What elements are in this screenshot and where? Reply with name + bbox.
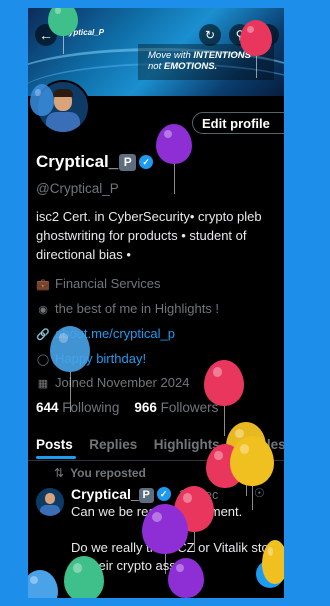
birthday-balloon: [240, 20, 272, 78]
profile-screen: Move with INTENTIONS not EMOTIONS. ← Cry…: [28, 8, 284, 598]
birthday-balloon: [30, 84, 54, 116]
balloon-icon: ◯: [36, 354, 50, 366]
followers-count: 966: [134, 400, 157, 415]
category-text: Financial Services: [55, 276, 161, 291]
tab-replies[interactable]: Replies: [89, 437, 137, 452]
birthday-balloon: [64, 556, 104, 598]
post-avatar-head: [45, 493, 55, 504]
active-tab-indicator: [36, 456, 76, 459]
reposted-label: You reposted: [70, 466, 146, 480]
following-link[interactable]: 644 Following: [36, 400, 119, 415]
birthday-balloon: [142, 504, 188, 574]
repost-indicator: ⇅ You reposted: [54, 466, 146, 480]
joined-text: Joined November 2024: [55, 375, 190, 390]
avatar-hair: [53, 89, 73, 97]
location-text: the best of me in Highlights !: [55, 301, 220, 316]
display-name-text: Cryptical_: [36, 152, 119, 171]
birthday-balloon: [50, 326, 90, 412]
verified-icon[interactable]: ✓: [139, 155, 154, 169]
p-badge: P: [138, 488, 154, 503]
history-button[interactable]: ↻: [199, 24, 221, 46]
banner-line1: Move with: [148, 50, 194, 61]
location-pin-icon: ◉: [38, 304, 48, 316]
meta-joined: ▦ Joined November 2024: [36, 375, 190, 390]
grok-icon[interactable]: ☉: [254, 486, 265, 500]
p-badge: P: [119, 154, 137, 171]
edit-profile-button[interactable]: Edit profile: [192, 112, 284, 134]
user-handle: @Cryptical_P: [36, 181, 119, 196]
banner-line2-bold: EMOTIONS.: [163, 61, 218, 72]
meta-location: ◉ the best of me in Highlights !: [36, 301, 219, 316]
birthday-balloon: [48, 8, 78, 54]
history-icon: ↻: [204, 28, 216, 42]
post-author[interactable]: Cryptical_: [71, 486, 139, 502]
profile-bio: isc2 Cert. in CyberSecurity• crypto pleb…: [36, 209, 262, 262]
verified-icon: ✓: [156, 487, 171, 501]
birthday-balloon: [262, 540, 284, 584]
birthday-balloon: [204, 360, 244, 436]
briefcase-icon: 💼: [36, 279, 50, 291]
birthday-balloon: [28, 570, 58, 598]
birthday-balloon: [156, 124, 192, 194]
post-avatar[interactable]: [36, 488, 64, 516]
follow-stats: 644 Following 966 Followers: [36, 400, 218, 415]
link-icon: 🔗: [36, 329, 50, 341]
following-count: 644: [36, 400, 59, 415]
repost-icon: ⇅: [54, 466, 65, 480]
display-name: Cryptical_ P ✓: [36, 152, 154, 172]
post-avatar-body: [40, 505, 60, 516]
birthday-balloon: [230, 436, 274, 510]
banner-line2: not: [148, 61, 164, 72]
calendar-icon: ▦: [37, 378, 49, 390]
tab-posts[interactable]: Posts: [36, 437, 73, 452]
meta-category: 💼 Financial Services: [36, 276, 161, 291]
birthday-balloon: [168, 558, 204, 598]
